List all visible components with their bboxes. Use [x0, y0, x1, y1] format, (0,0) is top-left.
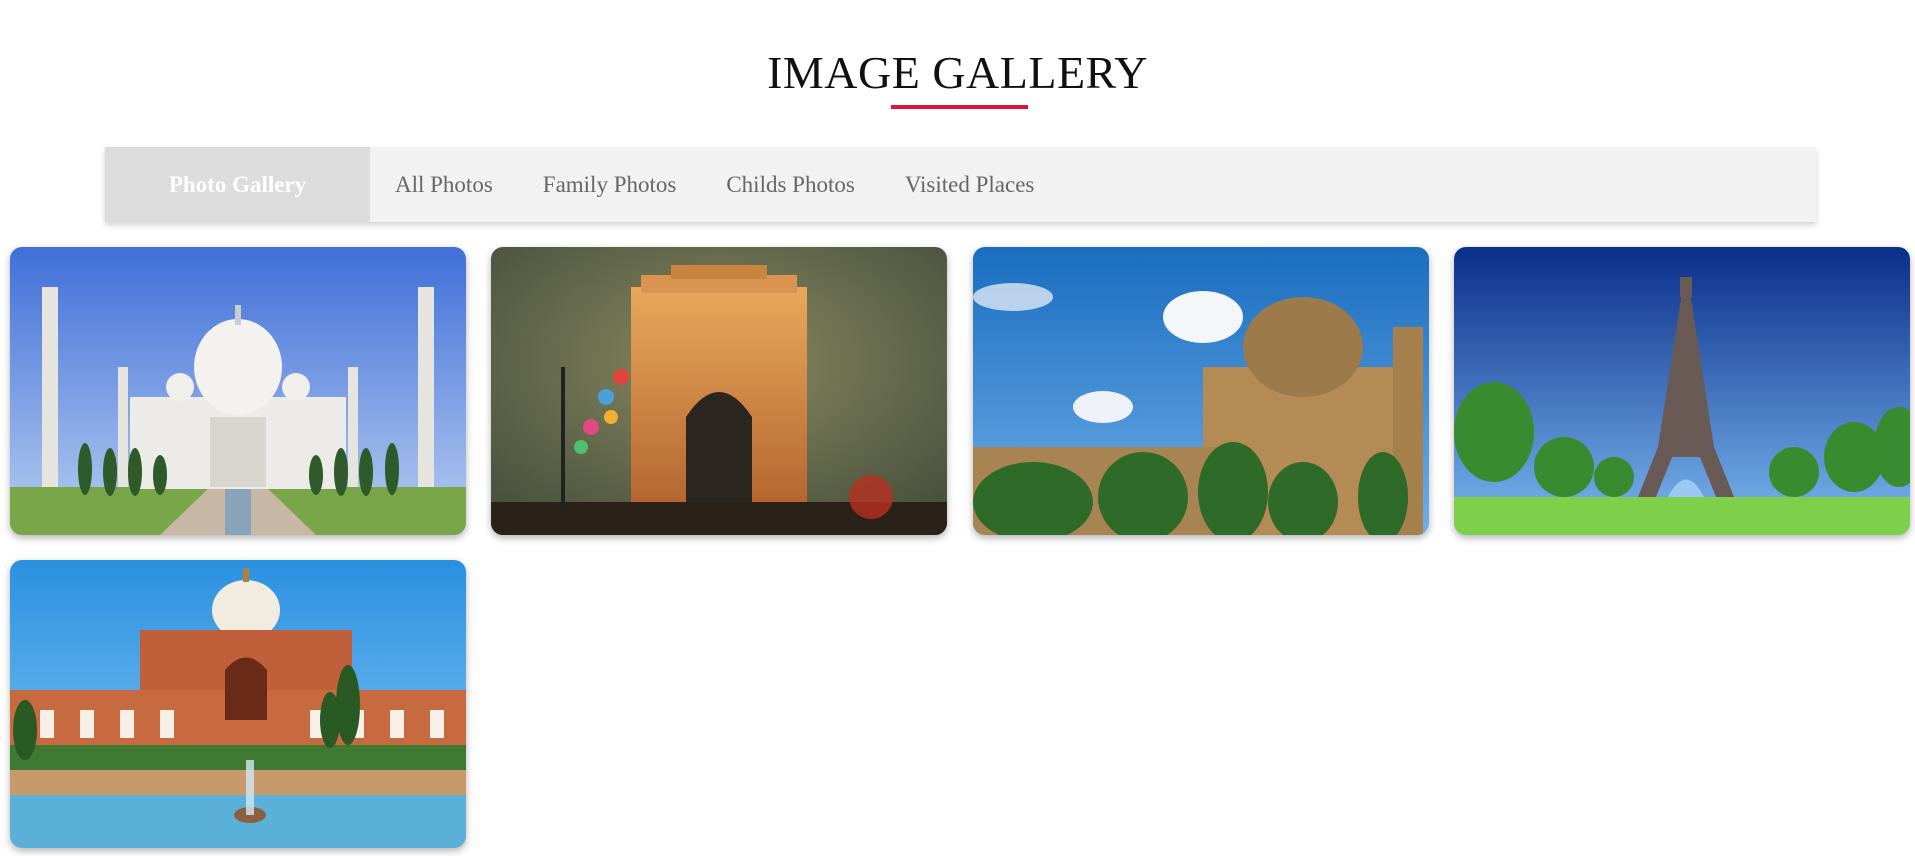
nav-link-visited-places[interactable]: Visited Places: [905, 172, 1035, 198]
nav-link-all-photos[interactable]: All Photos: [395, 172, 493, 198]
gallery-navbar: Photo Gallery All Photos Family Photos C…: [105, 147, 1816, 222]
taj-mahal-image: [10, 247, 466, 535]
nav-link-family-photos[interactable]: Family Photos: [543, 172, 677, 198]
gallery-image-india-gate[interactable]: [491, 247, 947, 535]
gallery-image-eiffel-tower[interactable]: [1454, 247, 1910, 535]
lodhi-tomb-image: [973, 247, 1429, 535]
india-gate-image: [491, 247, 947, 535]
nav-link-childs-photos[interactable]: Childs Photos: [726, 172, 854, 198]
gallery-image-lodhi-tomb[interactable]: [973, 247, 1429, 535]
gallery-image-taj-mahal[interactable]: [10, 247, 466, 535]
humayun-tomb-image: [10, 560, 466, 848]
title-underline: [891, 105, 1028, 109]
gallery-image-humayun-tomb[interactable]: [10, 560, 466, 848]
nav-brand-photo-gallery[interactable]: Photo Gallery: [105, 147, 370, 222]
page-title: IMAGE GALLERY: [767, 47, 1148, 98]
eiffel-tower-image: [1454, 247, 1910, 535]
